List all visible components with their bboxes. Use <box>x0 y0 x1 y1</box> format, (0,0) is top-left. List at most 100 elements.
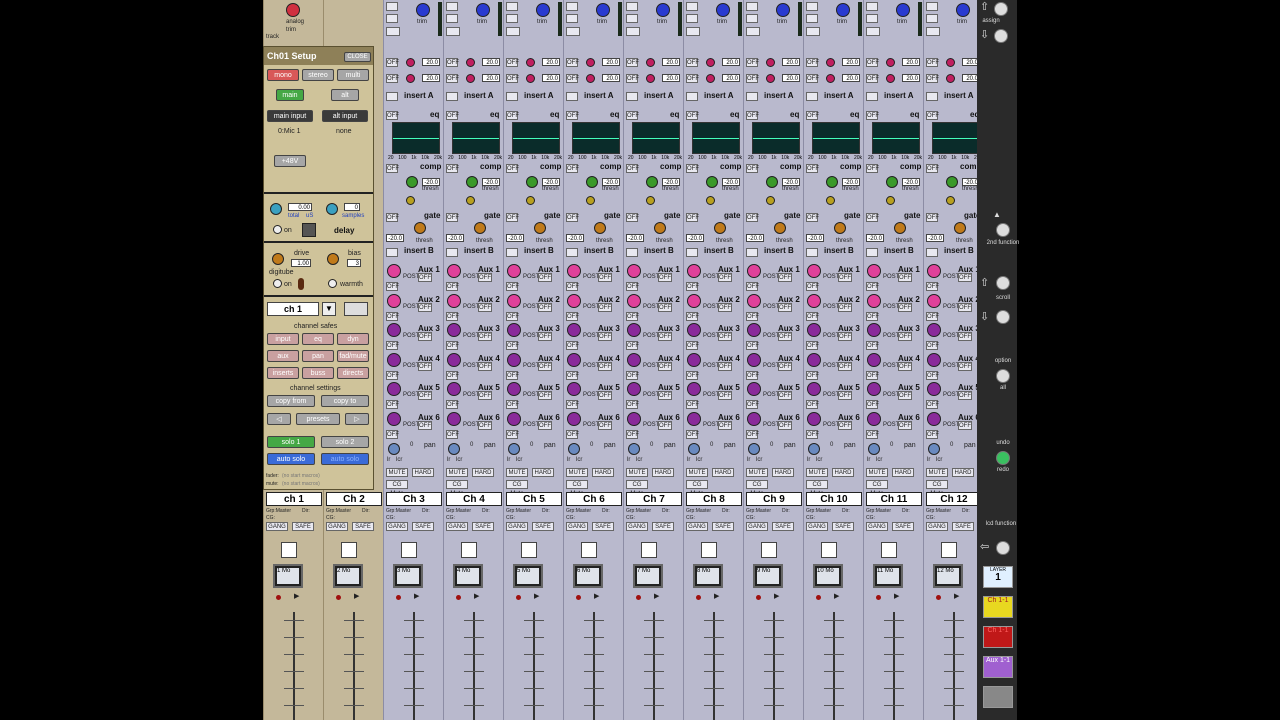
aux-on-button[interactable]: OFF <box>566 370 579 380</box>
record-dot-icon[interactable] <box>276 595 281 600</box>
cg-mute-button[interactable]: CG Mute <box>866 480 888 497</box>
aux-send-knob-icon[interactable] <box>867 323 881 337</box>
aux-off-button[interactable]: OFF <box>718 420 732 430</box>
aux-on-button[interactable]: OFF <box>566 282 579 291</box>
channel-name[interactable]: Ch 3 <box>386 492 442 506</box>
left-arrow-icon[interactable]: ⇦ <box>980 540 989 553</box>
aux-send-knob-icon[interactable] <box>807 411 821 426</box>
pan-knob-icon[interactable] <box>688 443 700 455</box>
aux-on-button[interactable]: OFF <box>386 311 399 321</box>
hpf-knob-icon[interactable] <box>826 58 835 67</box>
gate-button[interactable]: OFF <box>626 213 639 222</box>
aux-off-button[interactable]: OFF <box>658 391 672 400</box>
lpf-knob-icon[interactable] <box>826 74 835 83</box>
gang-button[interactable]: GANG <box>866 522 888 531</box>
hard-button[interactable]: HARD <box>532 468 554 477</box>
aux-off-button[interactable]: OFF <box>478 302 492 312</box>
aux-send-knob-icon[interactable] <box>387 411 401 426</box>
input-button[interactable] <box>866 14 878 23</box>
comp-button[interactable]: OFF <box>506 164 519 173</box>
comp-knob-icon[interactable] <box>586 176 598 188</box>
stereo-button[interactable]: stereo <box>302 69 334 81</box>
safe-button[interactable]: SAFE <box>292 522 314 531</box>
lpf-knob-icon[interactable] <box>586 74 595 83</box>
eq-graph[interactable] <box>632 122 680 154</box>
phase-button[interactable] <box>866 2 878 11</box>
scribble-strip[interactable]: 12 Mo <box>933 564 963 588</box>
layer-indicator[interactable]: LAYER 1 <box>983 566 1013 588</box>
select-button[interactable] <box>401 542 417 558</box>
aux-send-knob-icon[interactable] <box>687 411 701 426</box>
eq-in-button[interactable] <box>446 27 460 36</box>
alt-input-button[interactable]: alt input <box>322 110 368 122</box>
hpf-button[interactable]: OFF <box>866 58 879 67</box>
select-button[interactable] <box>521 542 537 558</box>
insert-a-button[interactable] <box>626 92 638 101</box>
aux-off-button[interactable]: OFF <box>598 302 612 312</box>
lpf-knob-icon[interactable] <box>946 74 955 83</box>
comp-gain-knob-icon[interactable] <box>466 196 475 205</box>
aux-send-knob-icon[interactable] <box>747 264 761 278</box>
eq-button[interactable]: OFF <box>506 111 519 120</box>
aux-send-knob-icon[interactable] <box>867 352 881 367</box>
gate-knob-icon[interactable] <box>474 222 486 234</box>
aux-off-button[interactable]: OFF <box>478 391 492 400</box>
gate-knob-icon[interactable] <box>654 222 666 234</box>
trim-knob-icon[interactable] <box>536 3 550 17</box>
gang-button[interactable]: GANG <box>326 522 348 531</box>
record-dot-icon[interactable] <box>756 595 761 600</box>
aux-off-button[interactable]: OFF <box>958 273 972 282</box>
aux-send-knob-icon[interactable] <box>867 382 881 396</box>
aux-send-knob-icon[interactable] <box>447 264 461 278</box>
aux-off-button[interactable]: OFF <box>778 273 792 282</box>
mute-button[interactable]: MUTE <box>746 468 768 477</box>
cg-mute-button[interactable]: CG Mute <box>446 480 468 497</box>
phase-button[interactable] <box>926 2 938 11</box>
undo-redo-button[interactable] <box>996 451 1010 465</box>
aux-on-button[interactable]: OFF <box>566 311 579 321</box>
aux-on-button[interactable]: OFF <box>626 282 639 291</box>
fader-track[interactable] <box>713 612 715 720</box>
input-button[interactable] <box>386 14 398 23</box>
record-dot-icon[interactable] <box>876 595 881 600</box>
channel-name[interactable]: Ch 5 <box>506 492 562 506</box>
lpf-button[interactable]: OFF <box>926 74 939 83</box>
hpf-knob-icon[interactable] <box>526 58 535 67</box>
aux-on-button[interactable]: OFF <box>386 370 399 380</box>
gate-knob-icon[interactable] <box>414 222 426 234</box>
insert-b-button[interactable] <box>806 248 818 257</box>
aux-send-knob-icon[interactable] <box>447 323 461 337</box>
hpf-button[interactable]: OFF <box>566 58 579 67</box>
hpf-knob-icon[interactable] <box>586 58 595 67</box>
hard-button[interactable]: HARD <box>592 468 614 477</box>
hpf-knob-icon[interactable] <box>466 58 475 67</box>
cg-mute-button[interactable]: CG Mute <box>626 480 648 497</box>
aux-on-button[interactable]: OFF <box>506 341 519 350</box>
insert-a-button[interactable] <box>746 92 758 101</box>
insert-b-button[interactable] <box>506 248 518 257</box>
up-arrow-icon[interactable]: ⇧ <box>980 0 989 13</box>
aux-send-knob-icon[interactable] <box>507 293 521 308</box>
aux-on-button[interactable]: OFF <box>386 429 399 439</box>
gang-button[interactable]: GANG <box>566 522 588 531</box>
aux-off-button[interactable]: OFF <box>538 332 552 341</box>
channel-dropdown-chevron-icon[interactable]: ▼ <box>322 302 336 316</box>
hpf-knob-icon[interactable] <box>886 58 895 67</box>
aux-on-button[interactable]: OFF <box>626 311 639 321</box>
aux-send-knob-icon[interactable] <box>507 323 521 337</box>
aux-send-knob-icon[interactable] <box>807 293 821 308</box>
aux-on-button[interactable]: OFF <box>446 311 459 321</box>
aux-send-knob-icon[interactable] <box>927 382 941 396</box>
aux-off-button[interactable]: OFF <box>898 361 912 371</box>
aux-on-button[interactable]: OFF <box>686 282 699 291</box>
aux-off-button[interactable]: OFF <box>958 361 972 371</box>
channel-name[interactable]: Ch 9 <box>746 492 802 506</box>
mute-button[interactable]: MUTE <box>566 468 588 477</box>
aux-on-button[interactable]: OFF <box>446 429 459 439</box>
mute-button[interactable]: MUTE <box>926 468 948 477</box>
aux-send-knob-icon[interactable] <box>507 382 521 396</box>
hpf-button[interactable]: OFF <box>686 58 699 67</box>
gate-knob-icon[interactable] <box>594 222 606 234</box>
aux-on-button[interactable]: OFF <box>806 341 819 350</box>
select-button[interactable] <box>281 542 297 558</box>
